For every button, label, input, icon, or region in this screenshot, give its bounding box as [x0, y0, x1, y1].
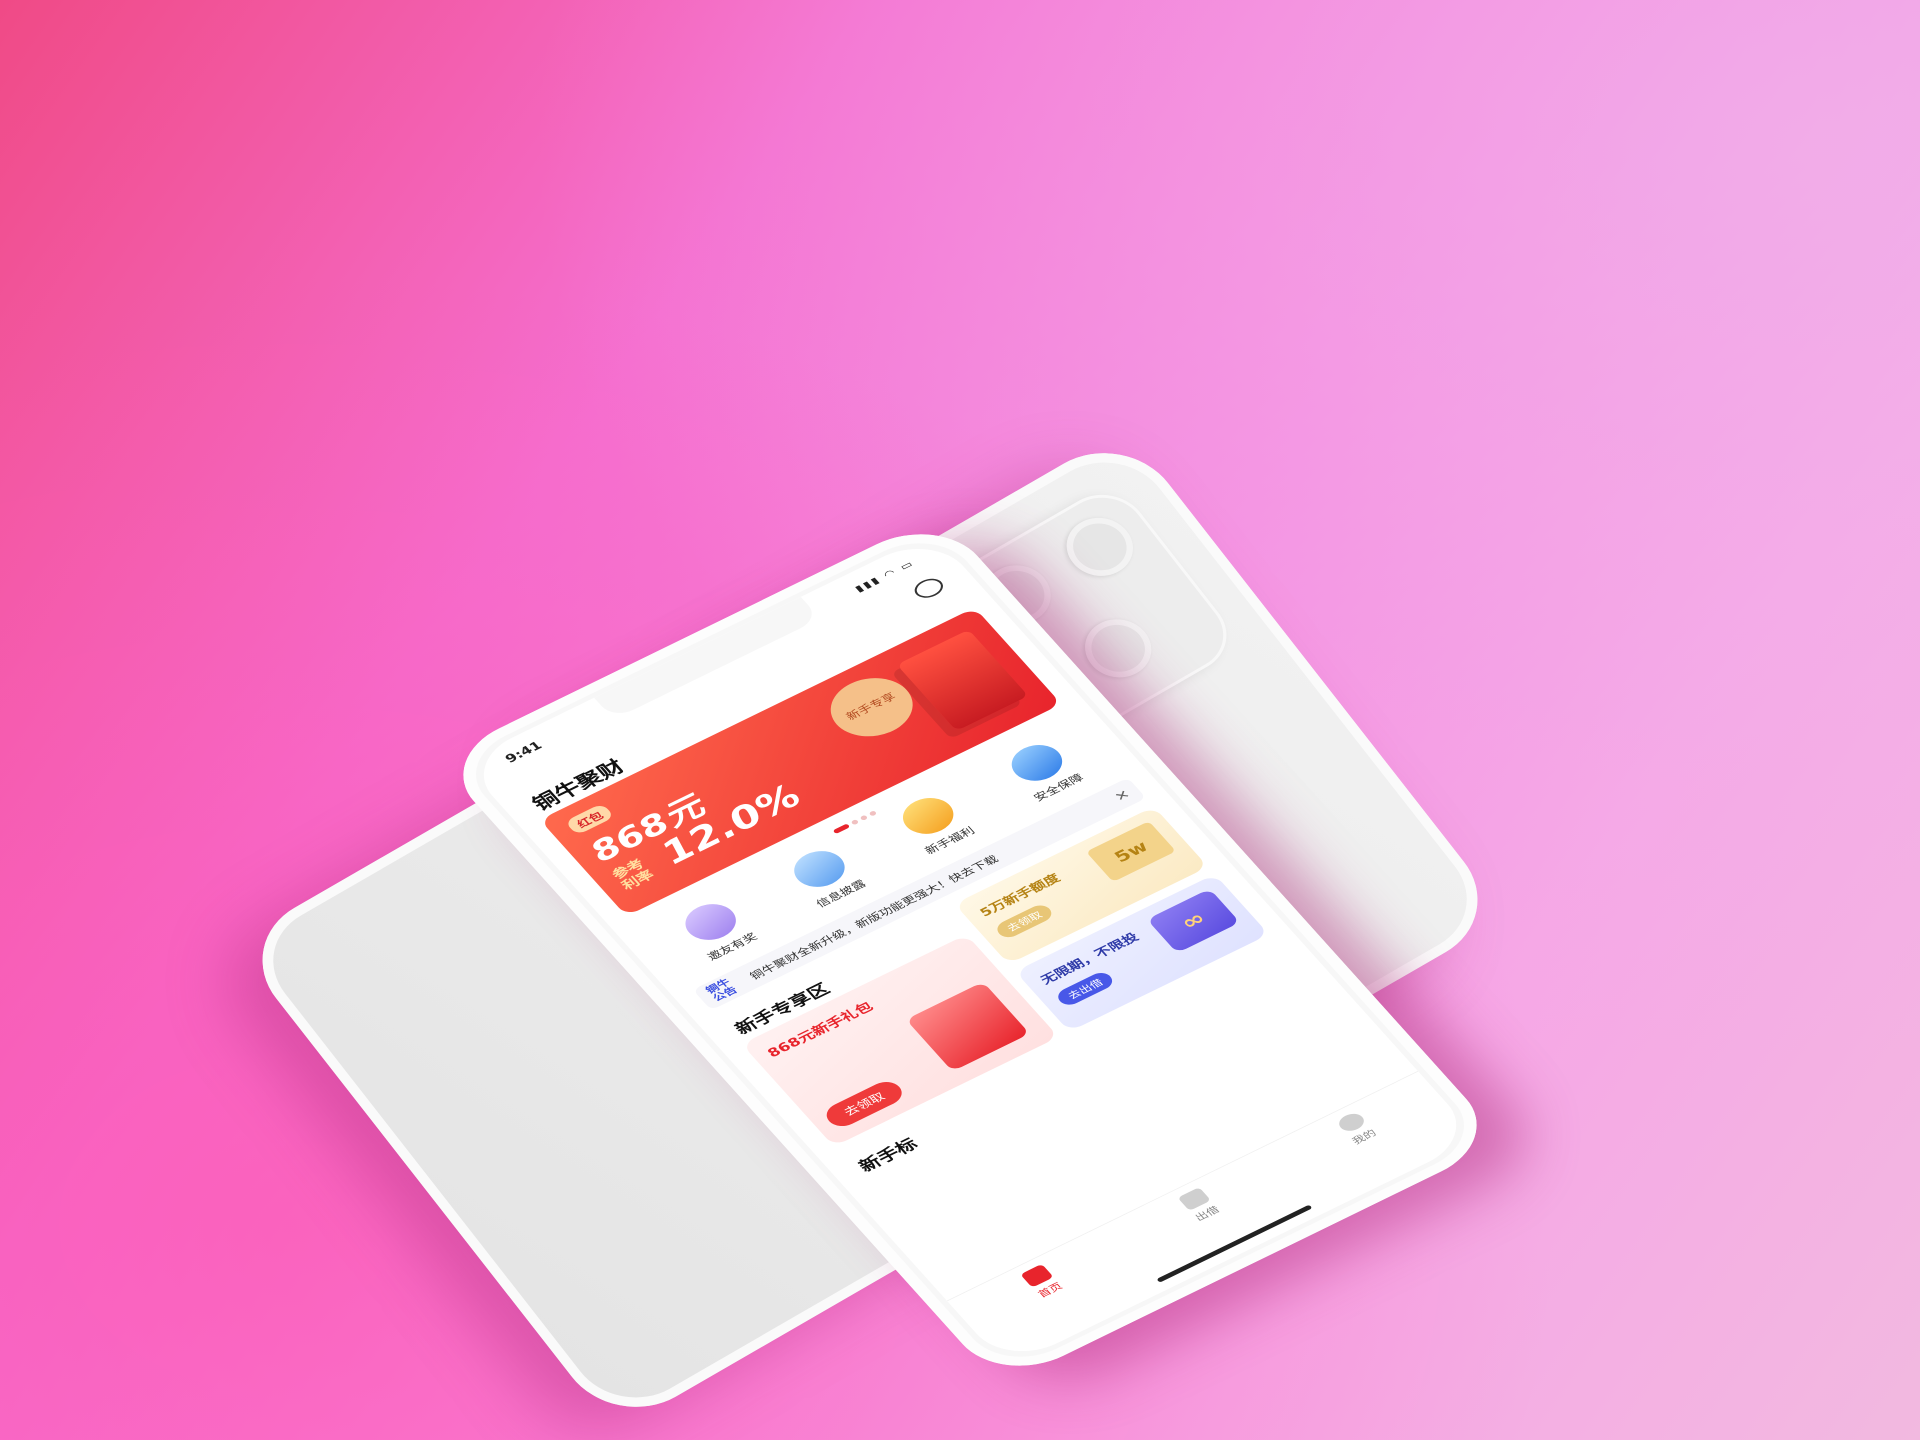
signal-wifi-battery-icon: ▮▮▮ ◠ ▭: [852, 557, 917, 595]
carousel-dot[interactable]: [832, 823, 851, 835]
quota-badge: 5w: [1085, 821, 1177, 882]
red-envelope-icon: [896, 629, 1029, 731]
camera-lens-icon: [1053, 506, 1147, 587]
tab-lend[interactable]: 出借: [1177, 1187, 1222, 1223]
carousel-dot[interactable]: [868, 810, 878, 817]
message-icon[interactable]: [909, 574, 948, 602]
infinity-icon: ∞: [1146, 888, 1241, 954]
status-time: 9:41: [501, 738, 546, 766]
tab-home[interactable]: 首页: [1020, 1263, 1065, 1300]
tab-mine[interactable]: 我的: [1334, 1110, 1379, 1147]
notice-label: 铜牛公告: [703, 976, 740, 1004]
gift-box-icon: [905, 981, 1030, 1072]
claim-button[interactable]: 去领取: [820, 1077, 908, 1131]
carousel-dot[interactable]: [859, 814, 869, 821]
section-title: 新手标: [854, 1134, 922, 1176]
carousel-dot[interactable]: [850, 819, 860, 826]
